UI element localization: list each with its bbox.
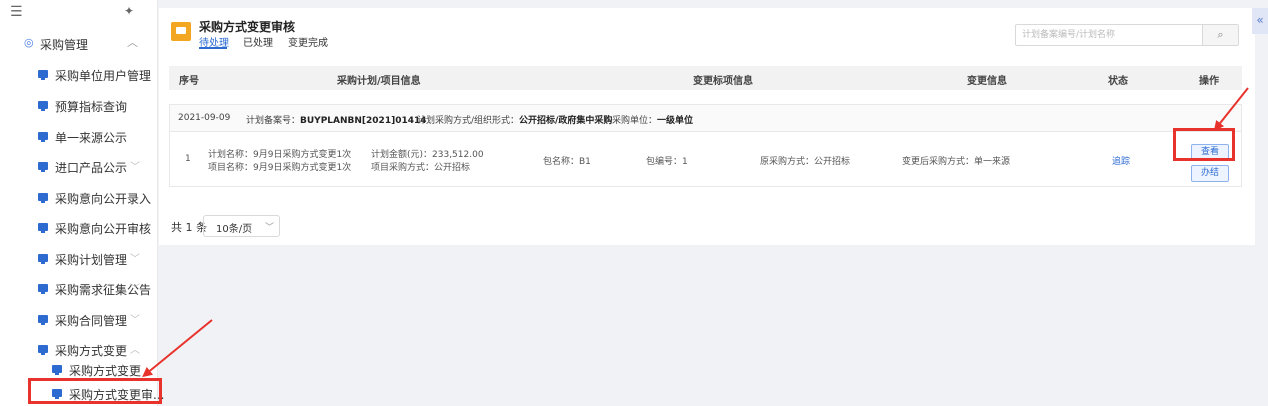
annotation-arrows bbox=[142, 87, 1249, 378]
arrow-to-view-button bbox=[1213, 87, 1249, 131]
arrow-to-sidebar-item bbox=[142, 319, 213, 378]
